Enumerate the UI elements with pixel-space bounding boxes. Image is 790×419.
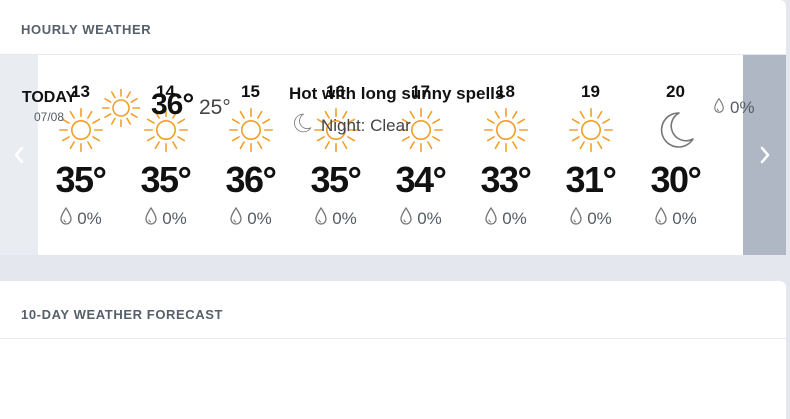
hour-precipitation-value: 0% [502, 208, 527, 228]
hour-temperature: 35° [140, 159, 192, 200]
forecast-night: Night: Clear [290, 111, 411, 140]
hour-precipitation: 0% [208, 206, 293, 231]
hour-precipitation-value: 0% [77, 208, 102, 228]
hour-temperature: 35° [310, 159, 362, 200]
chevron-left-icon [14, 146, 24, 164]
hour-label: 20 [666, 82, 685, 101]
forecast-low-temp: 25° [199, 96, 231, 119]
sun-icon [568, 107, 614, 153]
forecast-precipitation: 0% [713, 97, 755, 119]
raindrop-icon [654, 206, 668, 231]
previous-hours-button[interactable] [0, 55, 38, 255]
hour-precipitation-value: 0% [332, 208, 357, 228]
hour-column: 15 36° 0% [208, 55, 293, 255]
hour-precipitation: 0% [293, 206, 378, 231]
hour-temperature: 33° [480, 159, 532, 200]
hour-temperature: 35° [55, 159, 107, 200]
next-hours-button[interactable] [743, 55, 786, 255]
hour-column: 14 35° 0% [123, 55, 208, 255]
hour-precipitation-value: 0% [162, 208, 187, 228]
hour-precipitation: 0% [38, 206, 123, 231]
hour-column: 13 35° 0% [38, 55, 123, 255]
moon-icon [290, 111, 314, 140]
hour-precipitation: 0% [548, 206, 633, 231]
hour-temperature: 31° [565, 159, 617, 200]
hour-precipitation-value: 0% [672, 208, 697, 228]
sun-icon [483, 107, 529, 153]
ten-day-forecast-title: 10-DAY WEATHER FORECAST [21, 307, 224, 322]
raindrop-icon [144, 206, 158, 231]
raindrop-icon [569, 206, 583, 231]
hour-precipitation-value: 0% [247, 208, 272, 228]
forecast-night-text: Night: Clear [321, 115, 411, 135]
forecast-high-temp: 36° [151, 88, 194, 121]
raindrop-icon [713, 97, 725, 119]
raindrop-icon [229, 206, 243, 231]
hour-precipitation: 0% [633, 206, 718, 231]
forecast-day-label-block: TODAY 07/08 [21, 89, 77, 124]
forecast-day-date: 07/08 [33, 110, 65, 124]
sun-icon [228, 107, 274, 153]
ten-day-forecast-card: 10-DAY WEATHER FORECAST [0, 281, 786, 419]
hour-temperature: 30° [650, 159, 702, 200]
raindrop-icon [59, 206, 73, 231]
hour-precipitation: 0% [378, 206, 463, 231]
hour-temperature: 36° [225, 159, 277, 200]
forecast-day-label: TODAY [21, 89, 77, 106]
moon-icon [653, 107, 699, 153]
hour-temperature: 34° [395, 159, 447, 200]
hour-precipitation: 0% [463, 206, 548, 231]
hour-precipitation: 0% [123, 206, 208, 231]
hour-column: 19 31° 0% [548, 55, 633, 255]
hour-label: 19 [581, 82, 600, 101]
sun-icon [101, 88, 141, 128]
raindrop-icon [314, 206, 328, 231]
raindrop-icon [399, 206, 413, 231]
hour-precipitation-value: 0% [587, 208, 612, 228]
forecast-divider [0, 338, 786, 339]
hour-precipitation-value: 0% [417, 208, 442, 228]
forecast-precipitation-value: 0% [730, 98, 755, 117]
hourly-weather-title: HOURLY WEATHER [21, 22, 152, 37]
chevron-right-icon [760, 146, 769, 164]
raindrop-icon [484, 206, 498, 231]
hour-column: 20 30° 0% [633, 55, 718, 255]
forecast-summary: Hot with long sunny spells [289, 84, 505, 103]
